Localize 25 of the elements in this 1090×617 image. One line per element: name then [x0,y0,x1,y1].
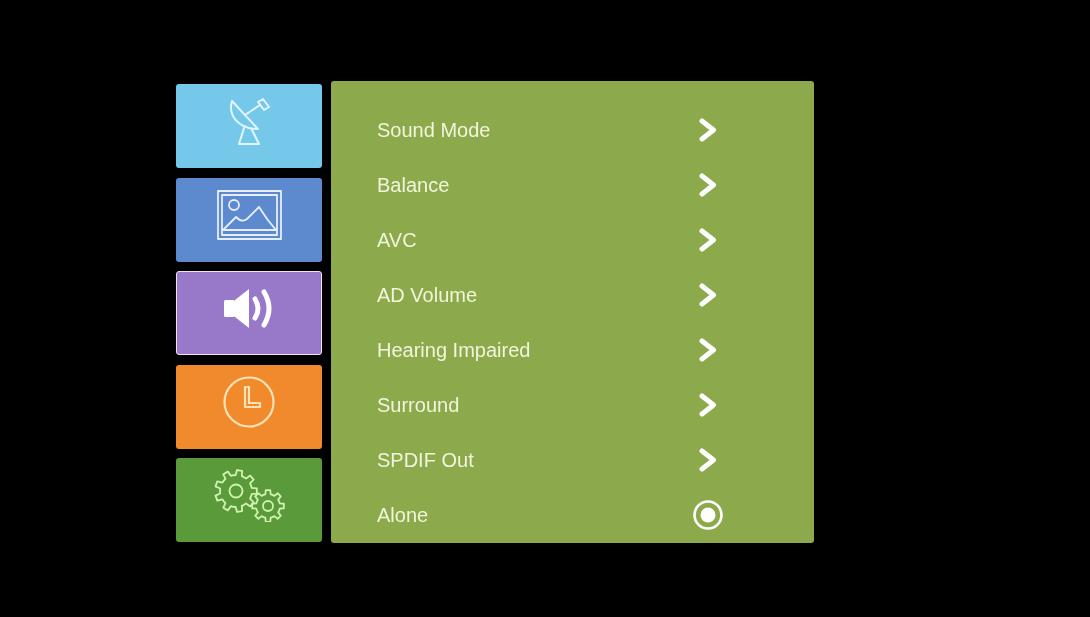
chevron-right-icon [699,172,717,197]
category-tile[interactable] [176,177,322,262]
picture-frame-icon [216,190,282,240]
chevron-right-icon [699,117,717,142]
clock-icon [223,376,275,428]
category-tile[interactable] [176,271,322,355]
radio-button[interactable] [693,499,723,530]
menu-item-label[interactable]: AVC [377,227,417,252]
chevron-right-icon [699,282,717,307]
menu-item-label[interactable]: Surround [377,392,460,417]
chevron-right-icon [699,447,717,472]
menu-item-label[interactable]: AD Volume [377,282,478,307]
menu-item-label[interactable]: Balance [377,172,450,197]
chevron-right-icon [699,392,717,417]
menu-item-label[interactable]: Alone [377,502,429,527]
category-tile[interactable] [176,84,322,168]
menu-item-label[interactable]: Sound Mode [377,117,491,142]
chevron-right-icon [699,337,717,362]
menu-item-label[interactable]: Hearing Impaired [377,337,531,362]
gears-icon [213,469,285,522]
satellite-dish-icon [227,97,271,146]
menu-item-label[interactable]: SPDIF Out [377,447,474,472]
chevron-right-icon [699,227,717,252]
category-tile[interactable] [176,364,322,449]
category-tile[interactable] [176,458,322,542]
